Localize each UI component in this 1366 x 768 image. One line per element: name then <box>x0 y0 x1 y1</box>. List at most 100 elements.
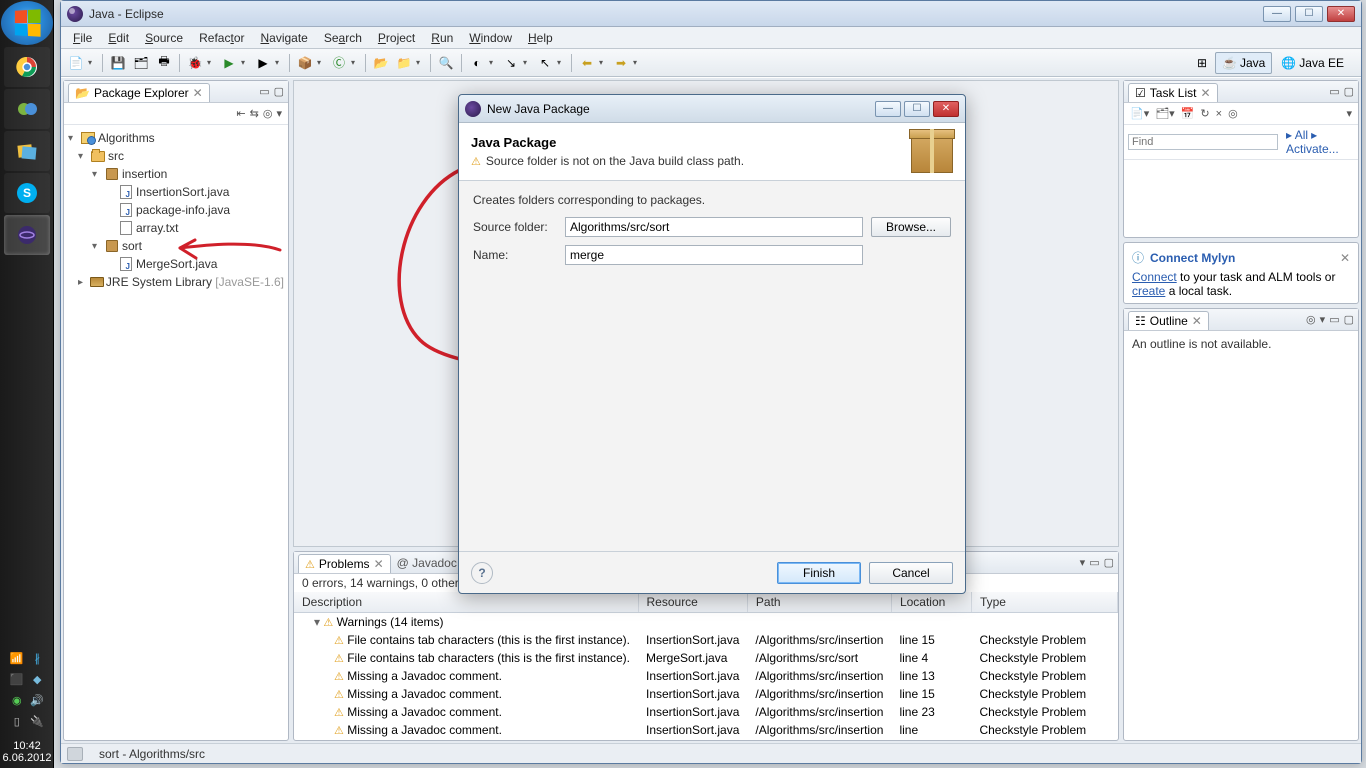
collapse-all-icon[interactable]: ⇤ <box>236 107 245 120</box>
mylyn-connect-link[interactable]: Connect <box>1132 270 1177 284</box>
taskbar-eclipse[interactable] <box>4 215 50 255</box>
menu-source[interactable]: Source <box>137 29 191 47</box>
problem-row[interactable]: ⚠ Missing a Javadoc comment.InsertionSor… <box>294 721 1118 739</box>
close-button[interactable]: ✕ <box>1327 6 1355 22</box>
col-path[interactable]: Path <box>747 592 891 613</box>
warnings-group[interactable]: ▾ ⚠ Warnings (14 items) <box>294 613 1118 632</box>
mylyn-create-link[interactable]: create <box>1132 284 1165 298</box>
tree-pkg-insertion[interactable]: ▾insertion <box>66 165 286 183</box>
categorize-icon[interactable]: 🗂▾ <box>1155 107 1175 120</box>
tasklist-tab[interactable]: ☑ Task List ✕ <box>1128 83 1218 102</box>
maximize-view-icon[interactable]: ▢ <box>1344 85 1354 98</box>
new-package-button[interactable]: 📦 <box>294 52 316 74</box>
col-resource[interactable]: Resource <box>638 592 747 613</box>
col-type[interactable]: Type <box>971 592 1117 613</box>
focus-icon[interactable]: ◎ <box>1306 313 1316 326</box>
open-task-button[interactable]: 📁 <box>393 52 415 74</box>
tray-shield-icon[interactable]: ◉ <box>8 694 26 712</box>
tray-volume-icon[interactable]: 🔊 <box>29 694 47 712</box>
print-button[interactable]: 🖶 <box>153 52 175 74</box>
tree-file-mergesort[interactable]: MergeSort.java <box>66 255 286 273</box>
focus-task-icon[interactable]: ◎ <box>263 107 273 120</box>
menu-edit[interactable]: Edit <box>100 29 137 47</box>
perspective-javaee[interactable]: 🌐Java EE <box>1274 52 1351 74</box>
minimize-button[interactable]: — <box>1263 6 1291 22</box>
col-description[interactable]: Description <box>294 592 638 613</box>
collapse-icon[interactable]: × <box>1216 108 1222 120</box>
back-button[interactable]: ⬅ <box>576 52 598 74</box>
new-task-icon[interactable]: 📄▾ <box>1130 107 1149 120</box>
menu-refactor[interactable]: Refactor <box>191 29 252 47</box>
search-button[interactable]: 🔍 <box>435 52 457 74</box>
start-button[interactable] <box>1 1 53 45</box>
tasklist-all-link[interactable]: All <box>1295 128 1308 142</box>
schedule-icon[interactable]: 📅 <box>1181 107 1195 120</box>
finish-button[interactable]: Finish <box>777 562 861 584</box>
tray-bluetooth-icon[interactable]: ∦ <box>29 652 47 670</box>
focus-icon[interactable]: ◎ <box>1228 107 1238 120</box>
view-menu-icon[interactable]: ▾ <box>1080 556 1086 569</box>
col-location[interactable]: Location <box>891 592 971 613</box>
save-all-button[interactable]: 🗂 <box>130 52 152 74</box>
statusbar-icon[interactable] <box>67 747 83 761</box>
menu-search[interactable]: Search <box>316 29 370 47</box>
run-last-button[interactable]: ▶ <box>252 52 274 74</box>
dialog-maximize[interactable]: ☐ <box>904 101 930 117</box>
source-folder-input[interactable] <box>565 217 863 237</box>
view-menu-icon[interactable]: ▾ <box>1346 107 1352 120</box>
taskbar-stickynotes[interactable] <box>4 131 50 171</box>
problems-tab[interactable]: ⚠ Problems ✕ <box>298 554 391 573</box>
tree-pkg-sort[interactable]: ▾sort <box>66 237 286 255</box>
browse-button[interactable]: Browse... <box>871 217 951 237</box>
taskbar-messenger[interactable] <box>4 89 50 129</box>
new-button[interactable]: 📄 <box>65 52 87 74</box>
problem-row[interactable]: ⚠ Missing a Javadoc comment.InsertionSor… <box>294 703 1118 721</box>
outline-tab[interactable]: ☷ Outline ✕ <box>1128 311 1209 330</box>
open-perspective-button[interactable]: ⊞ <box>1191 52 1213 74</box>
minimize-view-icon[interactable]: ▭ <box>259 85 269 98</box>
view-menu-icon[interactable]: ▾ <box>1320 313 1326 326</box>
tree-src[interactable]: ▾src <box>66 147 286 165</box>
new-class-button[interactable]: Ⓒ <box>328 52 350 74</box>
toggle-mark-button[interactable]: ◐ <box>466 52 488 74</box>
maximize-view-icon[interactable]: ▢ <box>274 85 284 98</box>
tasklist-activate-link[interactable]: Activate... <box>1286 142 1339 156</box>
mylyn-close[interactable]: ✕ <box>1340 251 1350 265</box>
name-input[interactable] <box>565 245 863 265</box>
menu-navigate[interactable]: Navigate <box>252 29 315 47</box>
minimize-view-icon[interactable]: ▭ <box>1329 85 1339 98</box>
problem-row[interactable]: ⚠ File contains tab characters (this is … <box>294 631 1118 649</box>
menu-help[interactable]: Help <box>520 29 561 47</box>
forward-button[interactable]: ➡ <box>610 52 632 74</box>
help-button[interactable]: ? <box>471 562 493 584</box>
tasklist-find[interactable] <box>1128 134 1278 150</box>
close-tab-icon[interactable]: ✕ <box>193 86 203 100</box>
minimize-view-icon[interactable]: ▭ <box>1089 556 1099 569</box>
taskbar-skype[interactable]: S <box>4 173 50 213</box>
problem-row[interactable]: ⚠ File contains tab characters (this is … <box>294 649 1118 667</box>
menu-run[interactable]: Run <box>423 29 461 47</box>
tray-clock[interactable]: 10:42 <box>0 737 54 752</box>
maximize-view-icon[interactable]: ▢ <box>1104 556 1114 569</box>
menu-file[interactable]: File <box>65 29 100 47</box>
sync-icon[interactable]: ↻ <box>1200 107 1209 120</box>
close-tab-icon[interactable]: ✕ <box>374 557 384 571</box>
view-menu-icon[interactable]: ▾ <box>276 107 282 120</box>
dialog-close[interactable]: ✕ <box>933 101 959 117</box>
menu-window[interactable]: Window <box>461 29 520 47</box>
tray-flag-icon[interactable]: ▯ <box>8 715 26 733</box>
javadoc-tab[interactable]: @ Javadoc <box>391 554 463 572</box>
tree-file-arraytxt[interactable]: array.txt <box>66 219 286 237</box>
tree-file-packageinfo[interactable]: package-info.java <box>66 201 286 219</box>
tray-wifi-icon[interactable]: 📶 <box>8 652 26 670</box>
next-annotation-button[interactable]: ↘ <box>500 52 522 74</box>
problem-row[interactable]: ⚠ Missing a Javadoc comment.InsertionSor… <box>294 685 1118 703</box>
tree-jre[interactable]: ▸JRE System Library [JavaSE-1.6] <box>66 273 286 291</box>
tree-project[interactable]: ▾Algorithms <box>66 129 286 147</box>
tray-network-icon[interactable]: ⬛ <box>8 673 26 691</box>
maximize-view-icon[interactable]: ▢ <box>1344 313 1354 326</box>
tray-power-icon[interactable]: 🔌 <box>29 715 47 733</box>
perspective-java[interactable]: ☕Java <box>1215 52 1272 74</box>
close-tab-icon[interactable]: ✕ <box>1200 86 1210 100</box>
save-button[interactable]: 💾 <box>107 52 129 74</box>
